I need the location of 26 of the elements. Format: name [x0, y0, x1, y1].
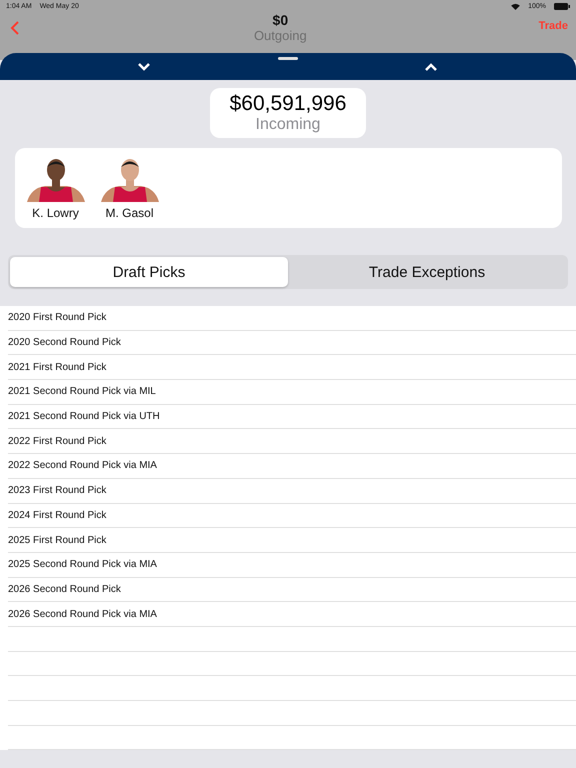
grabber-handle[interactable] [278, 57, 298, 60]
outgoing-label: Outgoing [254, 28, 307, 43]
pick-item[interactable]: 2026 Second Round Pick [8, 584, 121, 595]
incoming-amount: $60,591,996 [230, 92, 346, 116]
player-name[interactable]: K. Lowry [32, 206, 79, 220]
pick-item[interactable]: 2025 First Round Pick [8, 534, 106, 546]
pick-item[interactable]: 2024 First Round Pick [8, 510, 106, 521]
outgoing-amount: $0 [272, 12, 288, 28]
incoming-label: Incoming [256, 116, 320, 134]
pick-item[interactable]: 2020 First Round Pick [8, 312, 106, 324]
pick-item[interactable]: 2021 Second Round Pick via MIL [8, 386, 156, 398]
chevron-up-icon[interactable] [424, 62, 438, 72]
tab[interactable]: Trade Exceptions [288, 257, 566, 287]
pick-item[interactable]: 2022 Second Round Pick via MIA [8, 460, 157, 472]
pick-item[interactable]: 2021 First Round Pick [8, 362, 106, 373]
battery-icon [554, 2, 570, 10]
pick-item[interactable]: 2026 Second Round Pick via MIA [8, 608, 157, 620]
wifi-icon [511, 2, 520, 10]
pick-item[interactable]: 2022 First Round Pick [8, 436, 106, 447]
player-name[interactable]: M. Gasol [105, 206, 154, 220]
pick-item[interactable]: 2021 Second Round Pick via UTH [8, 411, 160, 422]
tab[interactable]: Draft Picks [10, 257, 288, 287]
pick-item[interactable]: 2025 Second Round Pick via MIA [8, 559, 157, 570]
pick-item[interactable]: 2023 First Round Pick [8, 485, 106, 496]
chevron-down-icon[interactable] [137, 62, 151, 72]
pick-item[interactable]: 2020 Second Round Pick [8, 337, 121, 348]
